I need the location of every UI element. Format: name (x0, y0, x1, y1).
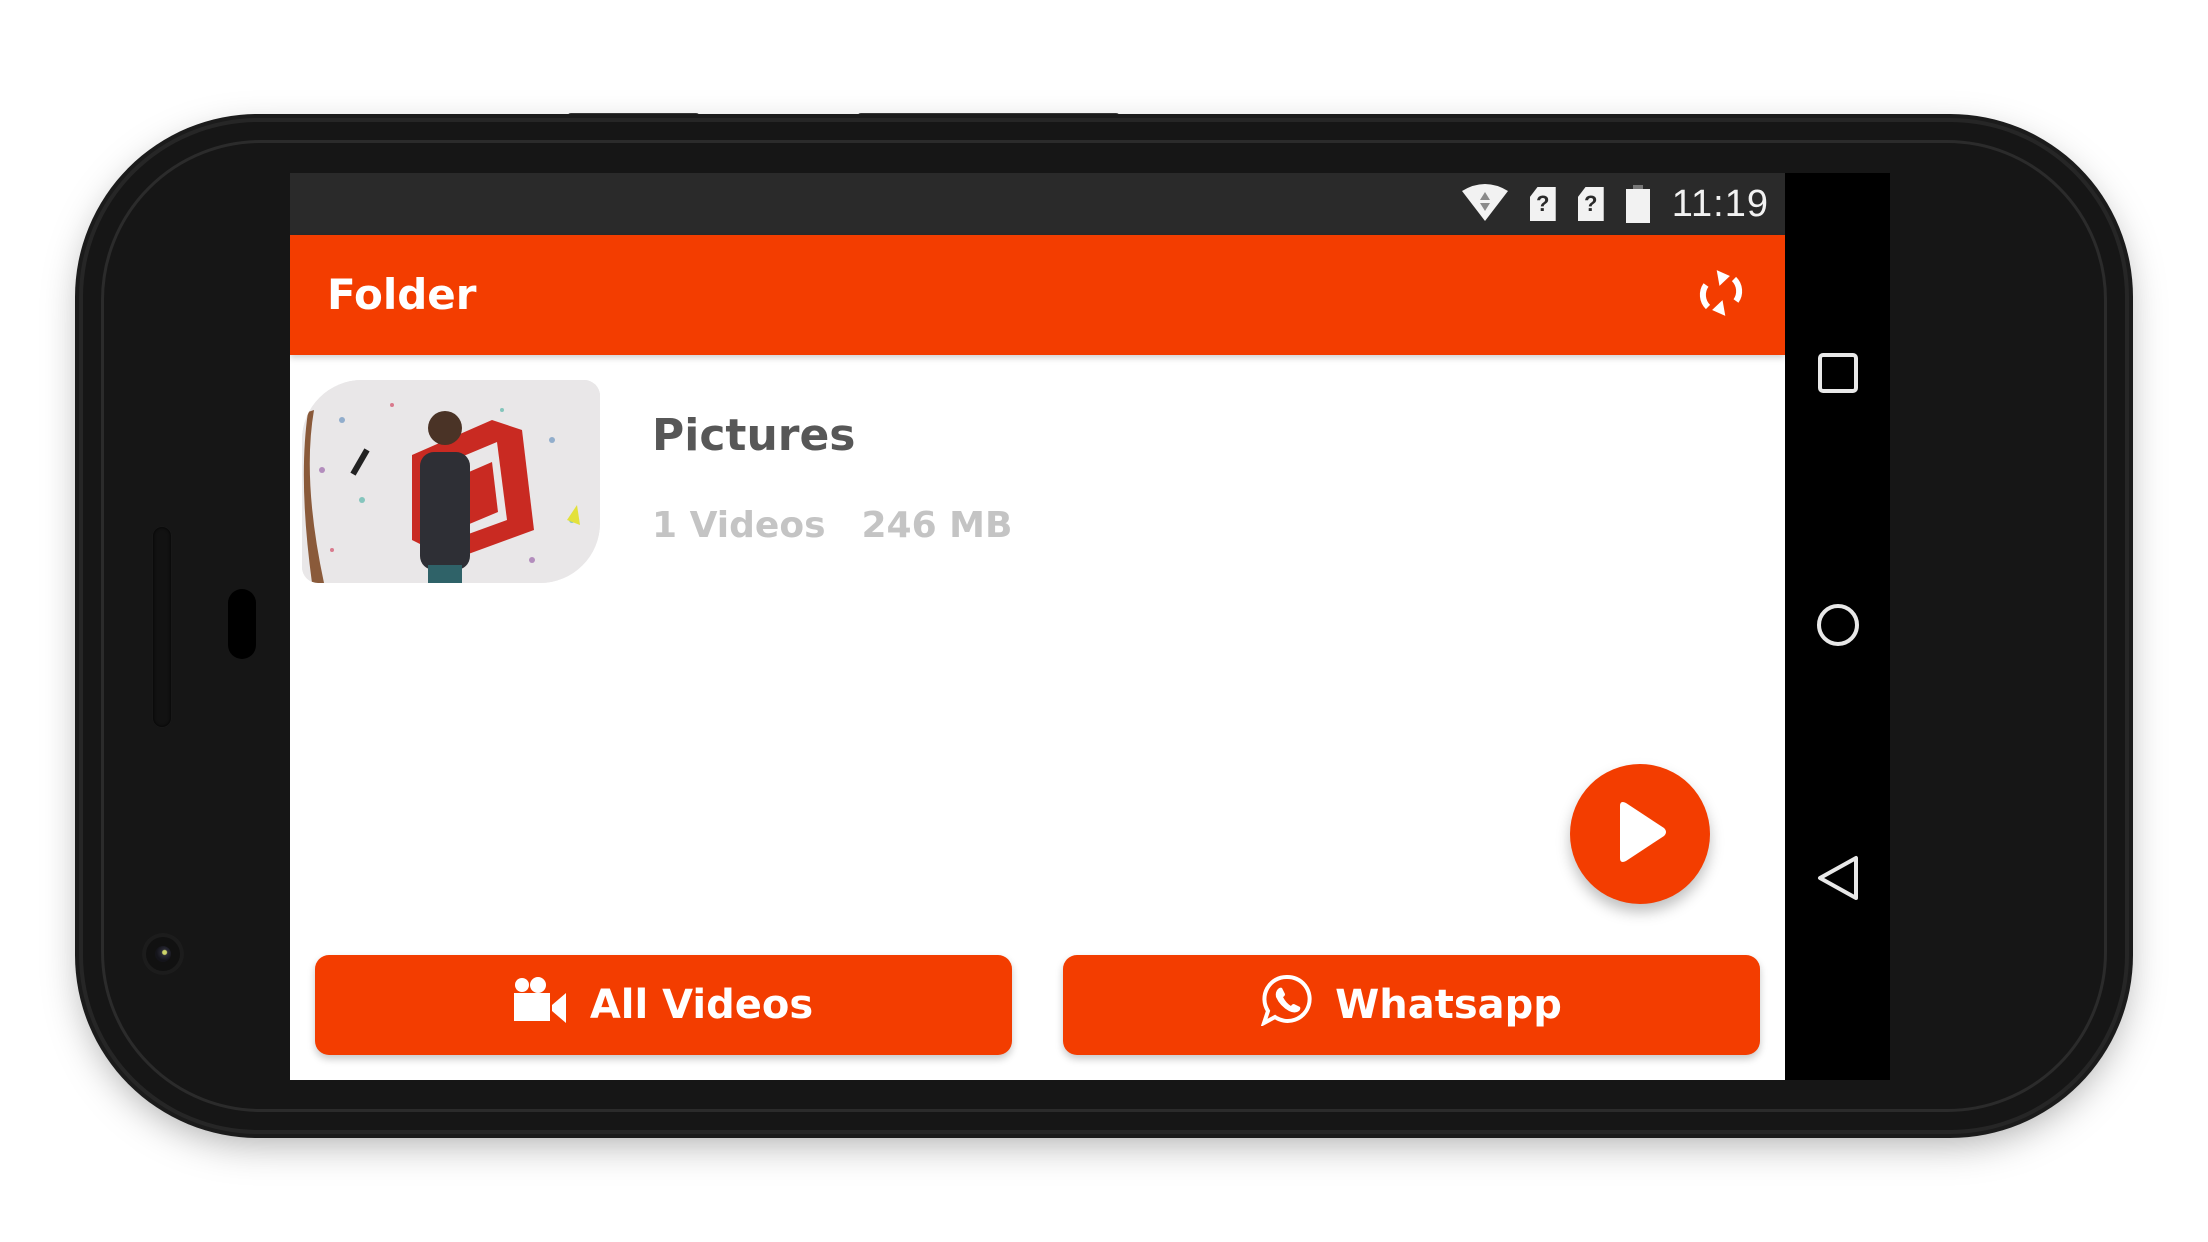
whatsapp-label: Whatsapp (1335, 982, 1562, 1028)
recents-button[interactable] (1785, 330, 1890, 420)
page-title: Folder (327, 270, 477, 319)
recents-icon (1817, 352, 1859, 398)
video-count: 1 Videos (652, 505, 826, 546)
back-icon (1816, 854, 1860, 906)
sim-unknown-icon: ? (1577, 187, 1604, 221)
wifi-icon (1461, 183, 1508, 225)
status-time: 11:19 (1671, 182, 1769, 225)
play-icon (1610, 800, 1670, 868)
front-camera (146, 937, 180, 971)
refresh-button[interactable] (1691, 265, 1751, 325)
whatsapp-icon (1260, 974, 1313, 1036)
app-screen: ? ? 11:19 Folder Pictures 1 Videos 246 M… (290, 173, 1785, 1080)
navigation-bar (1785, 173, 1890, 1080)
video-camera-icon (513, 977, 568, 1033)
folder-meta: 1 Videos 246 MB (652, 505, 1012, 546)
sim-unknown-icon: ? (1529, 187, 1556, 221)
back-button[interactable] (1785, 835, 1890, 925)
folder-size: 246 MB (861, 505, 1013, 546)
earpiece-speaker (153, 527, 171, 727)
device-mockup: ? ? 11:19 Folder Pictures 1 Videos 246 M… (0, 0, 2208, 1242)
refresh-icon (1696, 265, 1746, 325)
battery-icon (1625, 185, 1650, 223)
play-button[interactable] (1570, 764, 1710, 904)
home-icon (1815, 602, 1861, 652)
folder-list-item[interactable]: Pictures 1 Videos 246 MB (290, 355, 1785, 595)
proximity-sensor (228, 589, 256, 659)
status-bar: ? ? 11:19 (290, 173, 1785, 235)
all-videos-label: All Videos (589, 982, 814, 1028)
video-thumbnail (302, 380, 600, 583)
folder-name: Pictures (652, 410, 856, 461)
all-videos-button[interactable]: All Videos (315, 955, 1012, 1055)
app-bar: Folder (290, 235, 1785, 355)
whatsapp-button[interactable]: Whatsapp (1063, 955, 1760, 1055)
home-button[interactable] (1785, 582, 1890, 672)
